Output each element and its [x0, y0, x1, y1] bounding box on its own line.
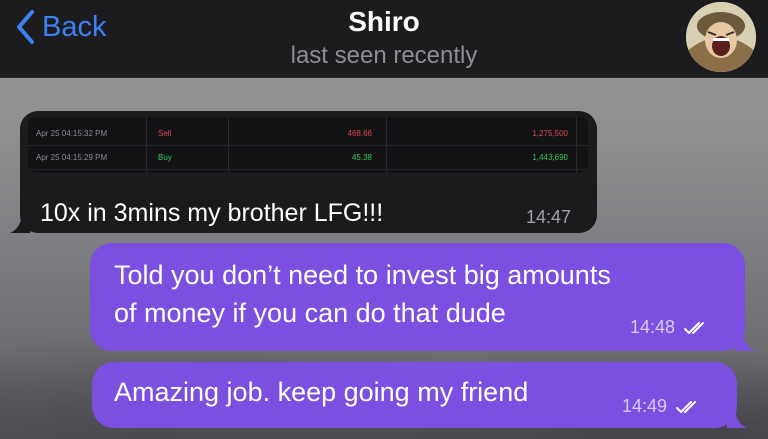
message-text: 10x in 3mins my brother LFG!!! [40, 199, 384, 227]
trade-screenshot[interactable]: Apr 25 04:15:32 PM Sell 468.66 1,275,500… [28, 117, 588, 173]
message-time: 14:47 [525, 207, 571, 227]
trade-price: 468.66 [347, 128, 372, 138]
trade-row: Apr 25 04:15:29 PM Buy 45.38 1,443,690 [28, 145, 588, 170]
message-meta: 14:49 [622, 396, 705, 417]
contact-status: last seen recently [290, 42, 478, 69]
avatar-image [686, 2, 756, 72]
trade-price: 45.38 [351, 152, 372, 162]
message-text-line-2: of money if you can do that dude [114, 298, 506, 328]
avatar[interactable] [686, 2, 756, 72]
incoming-message-bubble[interactable]: Apr 25 04:15:32 PM Sell 468.66 1,275,500… [10, 111, 597, 233]
message-time: 14:49 [621, 396, 667, 416]
trade-row: Apr 25 04:15:32 PM Sell 468.66 1,275,500 [28, 121, 588, 146]
contact-name[interactable]: Shiro [0, 6, 768, 38]
message-text: Amazing job. keep going my friend [114, 377, 529, 407]
outgoing-message-bubble[interactable]: Amazing job. keep going my friend 14:49 [92, 362, 747, 428]
trade-amount: 1,275,500 [532, 128, 568, 138]
chat-header: Back Shiro last seen recently [0, 0, 768, 78]
trade-side: Sell [158, 128, 172, 138]
double-check-icon [683, 320, 713, 336]
bubble-tail [727, 410, 747, 428]
bubble-tail [10, 215, 30, 233]
double-check-icon [675, 399, 705, 415]
message-time: 14:48 [629, 317, 675, 337]
trade-date: Apr 25 04:15:32 PM [36, 128, 108, 138]
trade-side: Buy [158, 152, 172, 162]
outgoing-message-bubble[interactable]: Told you don’t need to invest big amount… [90, 243, 755, 351]
bubble-tail [735, 333, 755, 351]
trade-date: Apr 25 04:15:29 PM [36, 152, 108, 162]
trade-amount: 1,443,690 [532, 152, 568, 162]
message-meta: 14:48 [630, 317, 713, 338]
message-text-line-1: Told you don’t need to invest big amount… [114, 260, 611, 290]
